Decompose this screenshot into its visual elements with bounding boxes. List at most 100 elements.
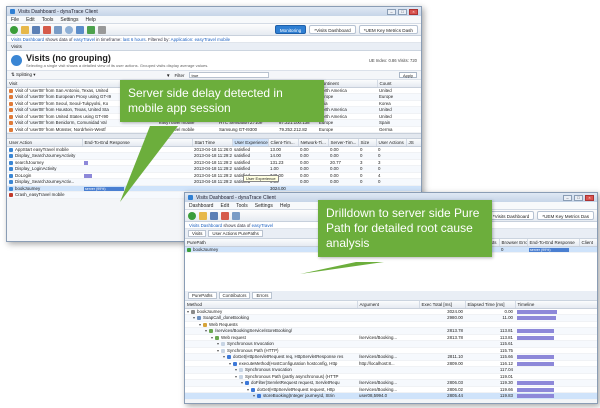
user-action-icon <box>9 193 13 198</box>
splitting-dropdown[interactable]: ⇅ Splitting ▾ <box>11 72 36 78</box>
maximize-icon[interactable]: □ <box>398 8 407 15</box>
menu-dashboard[interactable]: Dashboard <box>189 203 213 209</box>
menu-settings[interactable]: Settings <box>60 17 78 23</box>
actions-column-header[interactable]: Size <box>358 139 377 147</box>
tab-visits-dashboard[interactable]: *Visits Dashboard <box>487 211 535 220</box>
visits-column-header[interactable]: Count <box>377 80 421 88</box>
close-icon[interactable]: × <box>585 194 594 201</box>
tab-errors[interactable]: Errors <box>252 292 273 299</box>
actions-column-header[interactable]: Server-Tim... <box>328 139 359 147</box>
menu-help[interactable]: Help <box>85 17 95 23</box>
menu-tools[interactable]: Tools <box>42 17 54 23</box>
tree-method-name: Synchronous Invocation <box>227 341 274 347</box>
tree-exec-total: 2805.44 <box>419 392 465 400</box>
actions-column-header[interactable]: User Experience <box>232 139 269 147</box>
actions-column-header[interactable]: User Actions <box>376 139 407 147</box>
save-icon[interactable] <box>210 211 218 220</box>
user-action-icon <box>9 173 13 178</box>
tree-row[interactable]: ▾ doGet(HttpServletRequest request, Http /… <box>185 386 597 393</box>
tree-column-header[interactable]: Elapsed Time [ms] <box>465 301 516 309</box>
visit-name: Visit of 'user08' from San Antonio, Texa… <box>15 87 109 93</box>
breadcrumb-filter-link[interactable]: Application: easyTravel mobile <box>171 37 230 42</box>
user-actions-table: User Action End-To-End Response Start Time… <box>7 139 421 199</box>
user-action-name: Display_SearchJourneyActivity <box>15 153 76 159</box>
callout-server-delay-text: Server side delay detected in mobile app… <box>128 86 283 115</box>
tree-method-name: Synchronous Path (HTTP) <box>227 347 279 353</box>
purepath-column-header[interactable]: Client <box>579 239 597 247</box>
actions-column-header[interactable]: Network-Ti... <box>298 139 329 147</box>
chart-icon[interactable] <box>43 25 51 34</box>
menu-help[interactable]: Help <box>280 203 290 209</box>
filter-input[interactable]: true <box>188 72 269 78</box>
tree-row[interactable]: ▾ executeMethod(HostConfiguration hostcon… <box>185 360 597 367</box>
refresh-icon[interactable] <box>87 25 95 34</box>
tab-monitoring[interactable]: Monitoring <box>274 25 307 34</box>
user-action-name-cell: Crash_easyTravel mobile <box>7 191 82 199</box>
tab-uem-key-metrics[interactable]: *UEM Key Metrics Dash <box>358 25 418 34</box>
minimize-icon[interactable]: – <box>387 8 396 15</box>
apply-button[interactable]: Apply <box>399 72 418 78</box>
timeline-bar <box>517 387 554 392</box>
user-action-row[interactable]: Display_SearchJourneyActiv... 2013-04-18 … <box>7 178 421 186</box>
tree-method-cell: ▾ storeBooking(Integer journeyId, Strin <box>185 392 357 400</box>
tab-contributors[interactable]: Contributors <box>218 292 251 299</box>
breadcrumb-timeframe-link[interactable]: last 6 hours <box>123 37 146 42</box>
actions-column-header[interactable]: Start Time <box>192 139 233 147</box>
tree-row[interactable]: ▾ doFilter(ServletRequest request, Servle… <box>185 379 597 387</box>
open-folder-icon[interactable] <box>21 25 29 34</box>
menu-file[interactable]: File <box>11 17 19 23</box>
visits-column-header[interactable]: Continent <box>317 80 378 88</box>
settings-icon[interactable] <box>98 25 106 34</box>
visit-row[interactable]: Visit of 'user09' from Münster, Nordrhei… <box>7 126 421 133</box>
actions-column-header[interactable]: End-To-End Response <box>82 139 193 147</box>
play-icon[interactable] <box>10 25 18 34</box>
actions-column-header[interactable]: Client-Tim... <box>268 139 299 147</box>
subtab-user-actions-purepaths[interactable]: User Actions PurePaths <box>208 230 263 237</box>
menu-settings[interactable]: Settings <box>255 203 273 209</box>
breadcrumb-dashboard-link[interactable]: Visits Dashboard <box>11 37 44 42</box>
subtab-visits[interactable]: Visits <box>188 230 207 237</box>
view-tab-visits[interactable]: Visits <box>7 43 421 51</box>
tree-column-header[interactable]: Exec Total [ms] <box>419 301 466 309</box>
maximize-icon[interactable]: □ <box>574 194 583 201</box>
tree-column-header[interactable]: Method <box>185 301 358 309</box>
tree-row[interactable]: ▾ storeBooking(Integer journeyId, Strin us… <box>185 392 597 400</box>
visit-cell: Europe <box>317 126 377 133</box>
close-icon[interactable]: × <box>409 8 418 15</box>
tree-column-header[interactable]: Argument <box>357 301 420 309</box>
breadcrumb-system-link[interactable]: easyTravel <box>74 37 95 42</box>
chart-icon[interactable] <box>221 211 229 220</box>
minimize-icon[interactable]: – <box>563 194 572 201</box>
menu-edit[interactable]: Edit <box>220 203 229 209</box>
timeline-bar <box>517 309 557 314</box>
tree-column-header[interactable]: Timeline <box>515 301 597 309</box>
breadcrumb-system-link[interactable]: easyTravel <box>252 223 273 228</box>
actions-column-header[interactable]: User Action <box>7 139 83 147</box>
purepath-column-header[interactable]: End-To-End Response <box>527 239 580 247</box>
breadcrumb-dashboard-link[interactable]: Visits Dashboard <box>189 223 222 228</box>
visits-header: Visits (no grouping) Selecting a single … <box>7 51 421 71</box>
visit-icon <box>9 121 13 126</box>
tree-elapsed: 119.83 <box>465 392 515 400</box>
tree-timeline-cell <box>515 392 597 400</box>
tree-method-name: doFilter(ServletRequest request, Servlet… <box>251 380 340 386</box>
tab-uem-key-metrics[interactable]: *UEM Key Metrics Das <box>537 211 594 220</box>
purepath-column-header[interactable]: Browser Errors <box>499 239 528 247</box>
back-window-titlebar[interactable]: Visits Dashboard - dynaTrace Client – □ … <box>7 7 421 16</box>
report-icon[interactable] <box>232 211 240 220</box>
user-action-row[interactable]: Display_SearchJourneyActivity 2013-04-18 … <box>7 152 421 160</box>
actions-column-header[interactable]: JS <box>406 139 421 147</box>
menu-tools[interactable]: Tools <box>236 203 248 209</box>
menu-edit[interactable]: Edit <box>26 17 35 23</box>
save-icon[interactable] <box>32 25 40 34</box>
play-icon[interactable] <box>188 211 196 220</box>
purepath-icon <box>187 247 191 252</box>
visit-name: Visit of 'user09' from European Proxy us… <box>15 94 112 100</box>
clock-icon[interactable] <box>65 25 73 34</box>
open-folder-icon[interactable] <box>199 211 207 220</box>
report-icon[interactable] <box>54 25 62 34</box>
tab-visits-dashboard[interactable]: *Visits Dashboard <box>309 25 356 34</box>
tree-row[interactable]: ▾ doGet(HttpServletRequest req, HttpServl… <box>185 353 597 361</box>
tab-purepaths[interactable]: PurePaths <box>188 292 217 299</box>
filter-icon[interactable] <box>76 25 84 34</box>
